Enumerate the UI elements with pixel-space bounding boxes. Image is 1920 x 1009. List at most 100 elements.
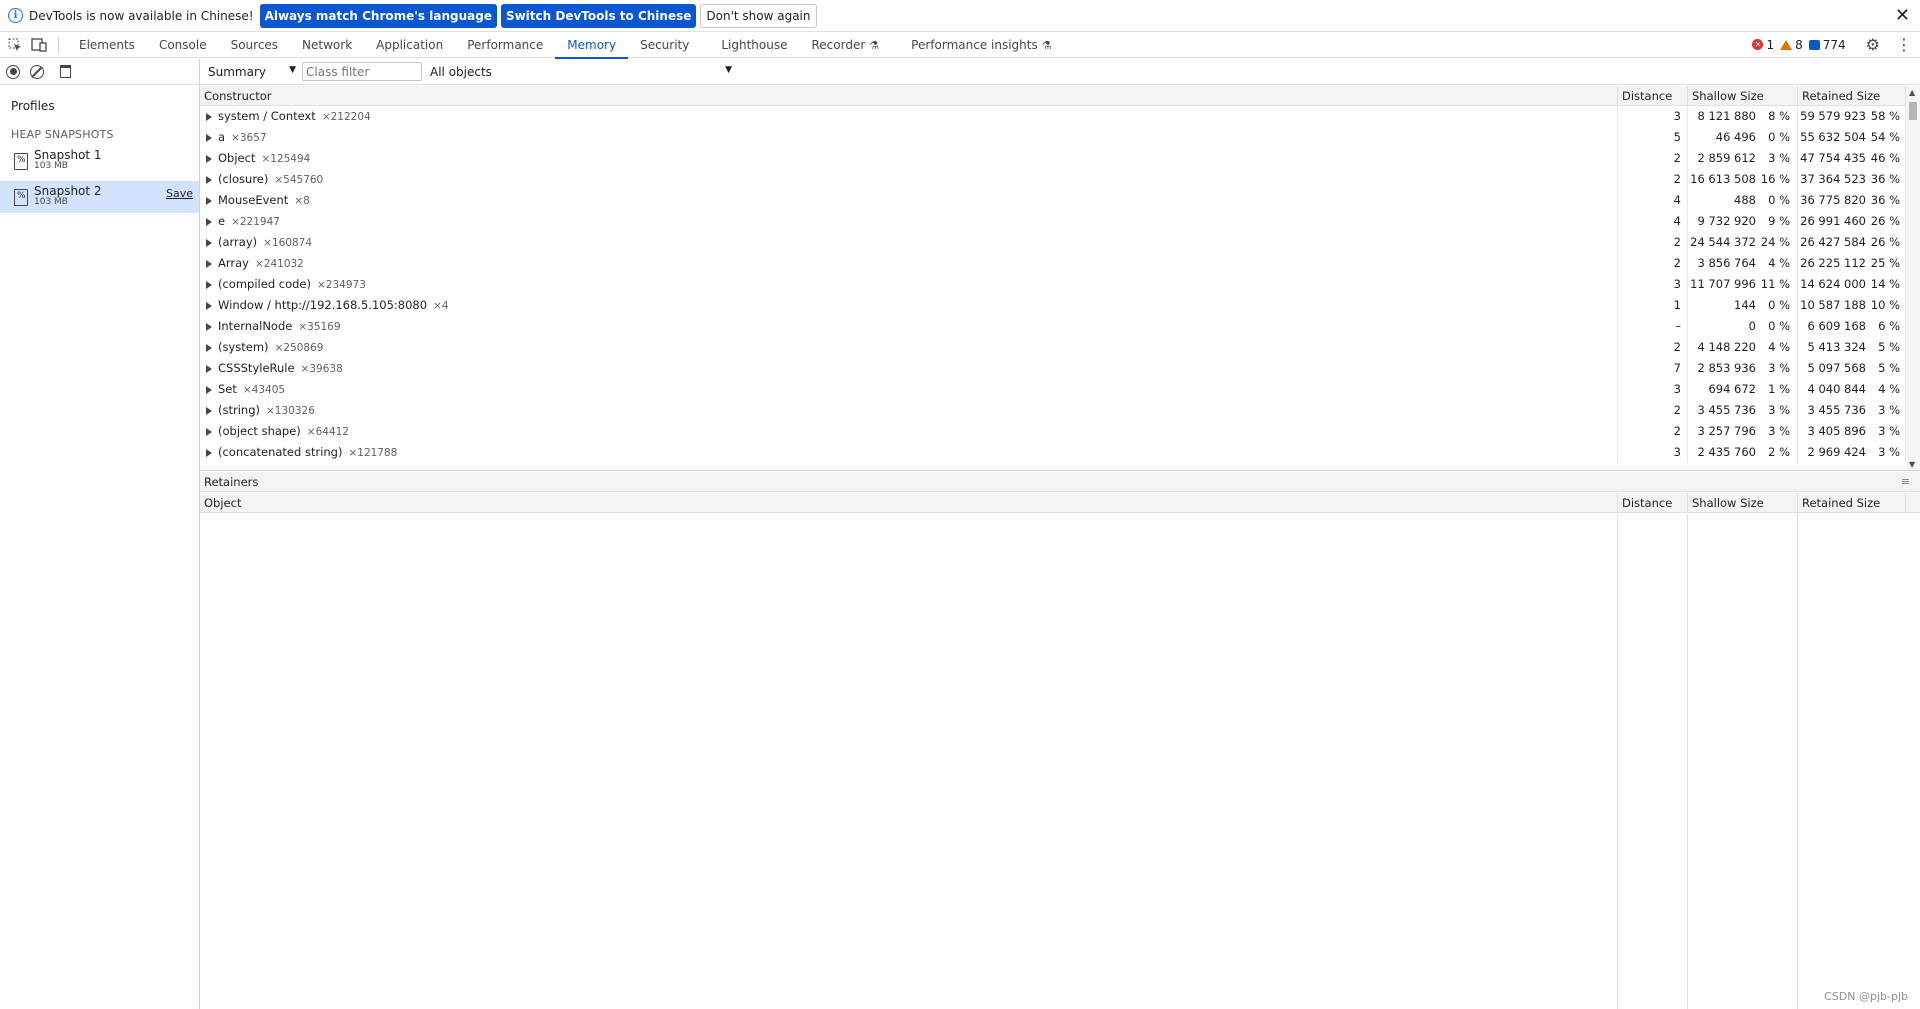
distance-column-header[interactable]: Distance xyxy=(1618,493,1688,512)
table-row[interactable]: (closure) ×545760 2 16 613 508 16 % 37 364 52… xyxy=(200,169,1920,190)
distance-cell: 2 xyxy=(1618,148,1688,169)
tab-elements[interactable]: Elements xyxy=(67,32,147,58)
snapshot-item-1[interactable]: Snapshot 1 103 MB xyxy=(0,145,199,177)
tab-security[interactable]: Security xyxy=(628,32,701,58)
expand-triangle-icon[interactable] xyxy=(206,154,212,163)
expand-triangle-icon[interactable] xyxy=(206,448,212,457)
retained-column-header[interactable]: Retained Size xyxy=(1798,493,1906,512)
constructor-cell: system / Context ×212204 xyxy=(200,106,1618,127)
expand-triangle-icon[interactable] xyxy=(206,112,212,121)
gear-icon[interactable]: ⚙ xyxy=(1866,35,1880,54)
table-row[interactable]: (compiled code) ×234973 3 11 707 996 11 % 14 … xyxy=(200,274,1920,295)
error-counter[interactable]: ✕ 1 xyxy=(1752,38,1774,52)
expand-triangle-icon[interactable] xyxy=(206,238,212,247)
expand-triangle-icon[interactable] xyxy=(206,217,212,226)
shallow-size-percent: 9 % xyxy=(1768,214,1790,228)
scroll-up-icon[interactable]: ▲ xyxy=(1909,88,1915,97)
table-row[interactable]: (concatenated string) ×121788 3 2 435 760 2 … xyxy=(200,442,1920,463)
distance-column-header[interactable]: Distance xyxy=(1618,86,1688,105)
table-row[interactable]: system / Context ×212204 3 8 121 880 8 % 59 5… xyxy=(200,106,1920,127)
retained-cell: 55 632 504 54 % xyxy=(1798,127,1906,148)
profiles-toolbar xyxy=(0,59,199,85)
expand-triangle-icon[interactable] xyxy=(206,427,212,436)
shallow-cell: 694 672 1 % xyxy=(1688,379,1798,400)
expand-triangle-icon[interactable] xyxy=(206,301,212,310)
expand-triangle-icon[interactable] xyxy=(206,196,212,205)
tab-recorder[interactable]: Recorder ⚗ xyxy=(800,32,892,58)
tab-performance[interactable]: Performance xyxy=(455,32,555,58)
objects-select[interactable]: All objects xyxy=(430,65,732,79)
snapshot-size: 103 MB xyxy=(34,161,68,171)
save-snapshot-link[interactable]: Save xyxy=(166,187,193,200)
toolbar-divider xyxy=(58,36,59,53)
record-icon[interactable] xyxy=(6,64,20,79)
snapshot-item-2[interactable]: Snapshot 2 103 MB Save xyxy=(0,181,199,213)
table-row[interactable]: Set ×43405 3 694 672 1 % 4 040 844 4 % xyxy=(200,379,1920,400)
dont-show-again-button[interactable]: Don't show again xyxy=(700,3,817,28)
match-language-button[interactable]: Always match Chrome's language xyxy=(259,3,497,28)
table-row[interactable]: InternalNode ×35169 – 0 0 % 6 609 168 6 % xyxy=(200,316,1920,337)
device-toolbar-icon[interactable] xyxy=(30,36,48,54)
expand-triangle-icon[interactable] xyxy=(206,406,212,415)
class-filter-input[interactable] xyxy=(302,62,422,81)
switch-chinese-button[interactable]: Switch DevTools to Chinese xyxy=(500,3,697,28)
constructor-name: (closure) xyxy=(218,172,269,186)
vertical-scrollbar[interactable]: ▲ ▼ xyxy=(1906,86,1920,470)
table-row[interactable]: (string) ×130326 2 3 455 736 3 % 3 455 736 3 % xyxy=(200,400,1920,421)
retainers-header[interactable]: Retainers ≡ xyxy=(200,472,1920,492)
constructor-column-header[interactable]: Constructor xyxy=(200,86,1618,105)
scroll-down-icon[interactable]: ▼ xyxy=(1909,460,1915,469)
retained-size-percent: 26 % xyxy=(1870,214,1900,228)
tab-sources[interactable]: Sources xyxy=(219,32,290,58)
constructor-name: Object xyxy=(218,151,256,165)
message-counter[interactable]: 774 xyxy=(1808,38,1846,52)
shallow-column-header[interactable]: Shallow Size xyxy=(1688,493,1798,512)
tab-performance-insights[interactable]: Performance insights ⚗ xyxy=(891,32,1063,58)
tab-network[interactable]: Network xyxy=(290,32,364,58)
table-row[interactable]: MouseEvent ×8 4 488 0 % 36 775 820 36 % xyxy=(200,190,1920,211)
table-row[interactable]: Object ×125494 2 2 859 612 3 % 47 754 435 46 % xyxy=(200,148,1920,169)
more-options-icon[interactable]: ⋮ xyxy=(1896,35,1912,54)
instance-count: ×234973 xyxy=(317,279,366,291)
expand-triangle-icon[interactable] xyxy=(206,385,212,394)
clear-icon[interactable] xyxy=(30,64,44,79)
shallow-size-percent: 0 % xyxy=(1768,130,1790,144)
retained-cell: 10 587 188 10 % xyxy=(1798,295,1906,316)
tab-console[interactable]: Console xyxy=(147,32,219,58)
object-column-header[interactable]: Object xyxy=(200,493,1618,512)
instance-count: ×160874 xyxy=(263,237,313,249)
expand-triangle-icon[interactable] xyxy=(206,364,212,373)
expand-triangle-icon[interactable] xyxy=(206,175,212,184)
shallow-size-value: 694 672 xyxy=(1708,382,1756,396)
shallow-column-header[interactable]: Shallow Size xyxy=(1688,86,1798,105)
table-row[interactable]: (array) ×160874 2 24 544 372 24 % 26 427 584 2… xyxy=(200,232,1920,253)
table-row[interactable]: (system) ×250869 2 4 148 220 4 % 5 413 324 5 % xyxy=(200,337,1920,358)
expand-triangle-icon[interactable] xyxy=(206,343,212,352)
retained-cell: 3 405 896 3 % xyxy=(1798,421,1906,442)
expand-triangle-icon[interactable] xyxy=(206,280,212,289)
table-row[interactable]: Window / http://192.168.5.105:8080 ×4 1 144… xyxy=(200,295,1920,316)
trash-icon[interactable] xyxy=(60,65,71,78)
view-select[interactable]: Summary xyxy=(208,65,296,79)
shallow-size-value: 2 859 612 xyxy=(1697,151,1756,165)
shallow-cell: 9 732 920 9 % xyxy=(1688,211,1798,232)
menu-icon[interactable]: ≡ xyxy=(1901,472,1910,492)
shallow-cell: 0 0 % xyxy=(1688,316,1798,337)
table-row[interactable]: CSSStyleRule ×39638 7 2 853 936 3 % 5 097 568… xyxy=(200,358,1920,379)
retained-column-header[interactable]: Retained Size xyxy=(1798,86,1906,105)
table-row[interactable]: e ×221947 4 9 732 920 9 % 26 991 460 26 % xyxy=(200,211,1920,232)
expand-triangle-icon[interactable] xyxy=(206,259,212,268)
table-row[interactable]: Array ×241032 2 3 856 764 4 % 26 225 112 25 % xyxy=(200,253,1920,274)
inspect-element-icon[interactable] xyxy=(6,36,24,54)
tab-memory[interactable]: Memory xyxy=(555,32,628,59)
table-row[interactable]: a ×3657 5 46 496 0 % 55 632 504 54 % xyxy=(200,127,1920,148)
shallow-size-value: 3 257 796 xyxy=(1697,424,1756,438)
expand-triangle-icon[interactable] xyxy=(206,133,212,142)
tab-lighthouse[interactable]: Lighthouse xyxy=(701,32,799,58)
table-row[interactable]: (object shape) ×64412 2 3 257 796 3 % 3 405 8… xyxy=(200,421,1920,442)
scroll-thumb[interactable] xyxy=(1909,102,1917,120)
tab-application[interactable]: Application xyxy=(364,32,455,58)
close-icon[interactable]: ✕ xyxy=(1895,5,1910,26)
warning-counter[interactable]: 8 xyxy=(1780,38,1803,52)
expand-triangle-icon[interactable] xyxy=(206,322,212,331)
